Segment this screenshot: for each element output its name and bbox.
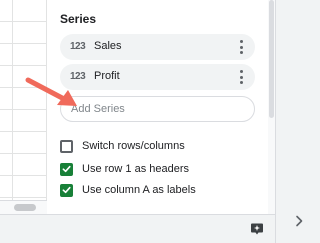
horizontal-scrollbar[interactable] xyxy=(0,200,47,214)
use-column-a-labels-checkbox[interactable] xyxy=(60,183,73,197)
more-vert-icon[interactable] xyxy=(237,40,245,54)
side-panel-strip xyxy=(275,0,320,243)
show-side-panel-button[interactable] xyxy=(293,214,305,228)
use-row-1-headers-checkbox[interactable] xyxy=(60,162,73,176)
option-label: Use row 1 as headers xyxy=(82,163,189,175)
series-label: Profit xyxy=(94,70,120,82)
sheet-tabs-bar xyxy=(0,214,47,243)
checkmark-icon xyxy=(62,165,71,173)
explore-icon xyxy=(251,223,263,235)
panel-scrollbar[interactable] xyxy=(268,0,275,214)
series-label: Sales xyxy=(94,40,122,52)
explore-button[interactable] xyxy=(249,221,265,237)
use-column-a-labels-option[interactable]: Use column A as labels xyxy=(60,182,196,198)
checkmark-icon xyxy=(62,186,71,194)
horizontal-scrollbar-thumb[interactable] xyxy=(14,204,36,211)
series-section-title: Series xyxy=(60,12,97,26)
chevron-right-icon xyxy=(296,215,303,227)
number-type-icon: 123 xyxy=(70,41,86,52)
series-chip-profit[interactable]: 123 Profit xyxy=(60,64,255,90)
more-vert-icon[interactable] xyxy=(237,70,245,84)
switch-rows-columns-option[interactable]: Switch rows/columns xyxy=(60,138,185,154)
panel-footer xyxy=(47,214,275,243)
number-type-icon: 123 xyxy=(70,71,86,82)
option-label: Use column A as labels xyxy=(82,184,196,196)
use-row-1-headers-option[interactable]: Use row 1 as headers xyxy=(60,161,189,177)
switch-rows-columns-checkbox[interactable] xyxy=(60,139,73,153)
panel-scrollbar-thumb[interactable] xyxy=(269,0,274,118)
option-label: Switch rows/columns xyxy=(82,140,185,152)
series-chip-sales[interactable]: 123 Sales xyxy=(60,34,255,60)
add-series-input[interactable] xyxy=(60,96,255,122)
spreadsheet-grid[interactable] xyxy=(0,0,47,218)
